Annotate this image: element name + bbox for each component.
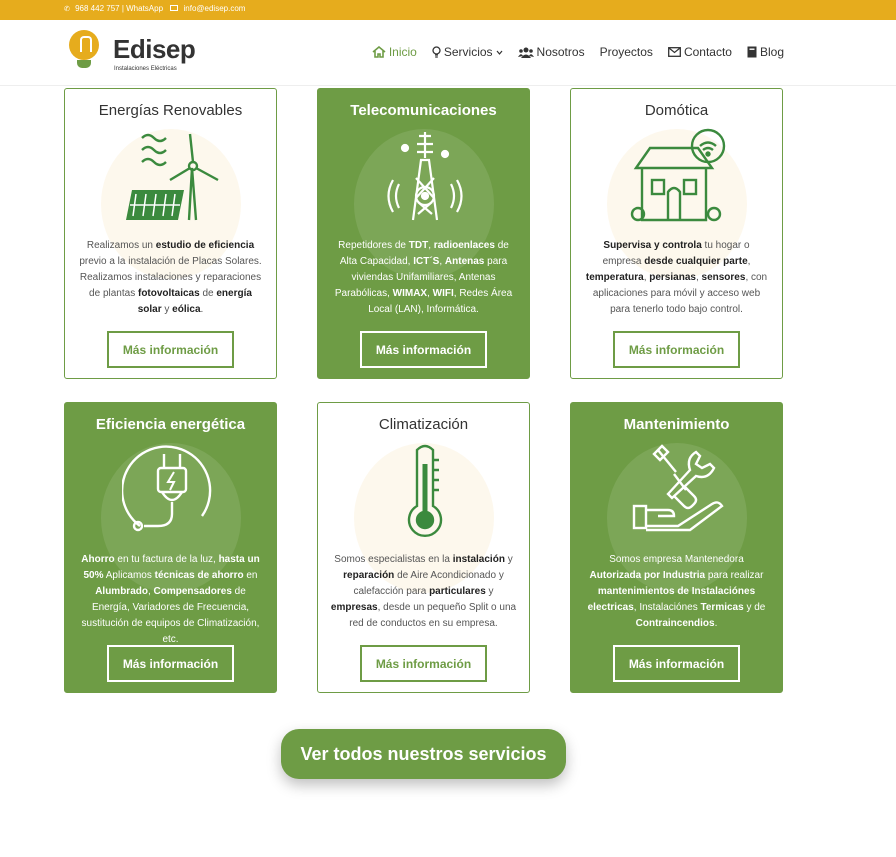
highlight-text: fotovoltaicas bbox=[137, 288, 200, 299]
view-all-services-button[interactable]: Ver todos nuestros servicios bbox=[281, 729, 566, 779]
card-description: Somos empresa Mantenedora Autorizada por… bbox=[587, 554, 766, 629]
highlight-text: WIFI bbox=[432, 288, 454, 299]
maintenance-tools-icon bbox=[632, 444, 724, 532]
top-bar: ✆ 968 442 757 | WhatsApp info@edisep.com bbox=[0, 0, 896, 20]
email-text[interactable]: info@edisep.com bbox=[184, 4, 246, 13]
more-info-button[interactable]: Más información bbox=[360, 331, 487, 368]
phone-icon: ✆ bbox=[64, 5, 70, 13]
card-title: Eficiencia energética bbox=[95, 416, 246, 433]
highlight-text: sensores bbox=[701, 272, 746, 283]
highlight-text: radioenlaces bbox=[433, 240, 495, 251]
highlight-text: reparación bbox=[343, 570, 395, 581]
phone-text[interactable]: 968 442 757 | WhatsApp bbox=[75, 4, 163, 13]
users-icon bbox=[517, 47, 534, 58]
nav-label: Blog bbox=[759, 45, 784, 59]
card-title: Telecomunicaciones bbox=[350, 102, 497, 119]
highlight-text: Alumbrado bbox=[95, 586, 148, 597]
nav-item-nosotros[interactable]: Nosotros bbox=[517, 45, 585, 59]
highlight-text: Compensadores bbox=[153, 586, 232, 597]
envelope-icon bbox=[667, 47, 681, 57]
nav-label: Inicio bbox=[388, 45, 417, 59]
logo-name: Edisep bbox=[113, 34, 196, 64]
logo-bulb-icon bbox=[69, 30, 99, 60]
highlight-text: particulares bbox=[429, 586, 486, 597]
card-title: Domótica bbox=[644, 102, 709, 119]
more-info-button[interactable]: Más información bbox=[613, 645, 740, 682]
nav-label: Proyectos bbox=[599, 45, 653, 59]
service-card-telecom: Telecomunicaciones Repetidores de TDT, r… bbox=[317, 88, 530, 379]
site-header: Edisep Instalaciones Eléctricas Inicio S… bbox=[0, 20, 896, 86]
nav-item-servicios[interactable]: Servicios bbox=[432, 45, 503, 59]
service-card-eficiencia: Eficiencia energética Ahorro en tu factu… bbox=[64, 402, 277, 693]
more-info-button[interactable]: Más información bbox=[107, 645, 234, 682]
highlight-text: Autorizada por Industria bbox=[589, 570, 706, 581]
highlight-text: temperatura bbox=[585, 272, 644, 283]
envelope-icon bbox=[170, 4, 179, 11]
book-icon bbox=[747, 46, 757, 58]
nav-item-blog[interactable]: Blog bbox=[747, 45, 784, 59]
card-title: Energías Renovables bbox=[98, 102, 243, 119]
service-card-mantenimiento: Mantenimiento Somos empresa Mantenedora … bbox=[570, 402, 783, 693]
highlight-text: Termicas bbox=[700, 602, 744, 613]
logo-base bbox=[77, 60, 91, 68]
card-description: Repetidores de TDT, radioenlaces de Alta… bbox=[334, 240, 513, 315]
nav-label: Contacto bbox=[683, 45, 732, 59]
more-info-button[interactable]: Más información bbox=[107, 331, 234, 368]
highlight-text: Contraincendios bbox=[635, 618, 715, 629]
highlight-text: técnicas de ahorro bbox=[154, 570, 244, 581]
nav-label: Servicios bbox=[443, 45, 493, 59]
contact-info: ✆ 968 442 757 | WhatsApp info@edisep.com bbox=[64, 4, 245, 13]
card-description: Ahorro en tu factura de la luz, hasta un… bbox=[81, 554, 260, 645]
highlight-text: WIMAX bbox=[392, 288, 428, 299]
logo-tagline: Instalaciones Eléctricas bbox=[114, 66, 177, 72]
chevron-down-icon bbox=[496, 50, 503, 55]
power-plug-icon bbox=[121, 445, 211, 532]
highlight-text: TDT bbox=[408, 240, 429, 251]
services-grid: Energías Renovables Realizamos un estudi… bbox=[64, 88, 783, 693]
highlight-text: Ahorro bbox=[81, 554, 115, 565]
antenna-tower-icon bbox=[386, 132, 463, 221]
service-card-renovables: Energías Renovables Realizamos un estudi… bbox=[64, 88, 277, 379]
highlight-text: estudio de eficiencia bbox=[155, 240, 255, 251]
service-card-climatizacion: Climatización Somos especialistas en la … bbox=[317, 402, 530, 693]
card-title: Climatización bbox=[378, 416, 469, 433]
smart-home-icon bbox=[630, 128, 725, 222]
highlight-text: desde cualquier parte bbox=[644, 256, 748, 267]
highlight-text: Supervisa y controla bbox=[603, 240, 702, 251]
card-title: Mantenimiento bbox=[623, 416, 730, 433]
thermometer-icon bbox=[407, 444, 442, 538]
highlight-text: ICT´S bbox=[413, 256, 440, 267]
logo[interactable]: Edisep Instalaciones Eléctricas bbox=[67, 29, 197, 75]
home-icon bbox=[372, 46, 386, 58]
nav-item-inicio[interactable]: Inicio bbox=[372, 45, 417, 59]
service-card-domotica: Domótica Supervisa y controla tu hogar o… bbox=[570, 88, 783, 379]
nav-label: Nosotros bbox=[536, 45, 585, 59]
nav-item-proyectos[interactable]: Proyectos bbox=[600, 45, 653, 59]
more-info-button[interactable]: Más información bbox=[360, 645, 487, 682]
nav-item-contacto[interactable]: Contacto bbox=[667, 45, 732, 59]
highlight-text: empresas bbox=[330, 602, 378, 613]
highlight-text: instalación bbox=[452, 554, 505, 565]
renewable-energy-icon bbox=[125, 133, 219, 221]
highlight-text: eólica bbox=[172, 304, 201, 315]
highlight-text: persianas bbox=[649, 272, 696, 283]
card-description: Realizamos un estudio de eficiencia prev… bbox=[79, 240, 262, 315]
highlight-text: Antenas bbox=[444, 256, 485, 267]
card-description: Supervisa y controla tu hogar o empresa … bbox=[585, 240, 768, 315]
more-info-button[interactable]: Más información bbox=[613, 331, 740, 368]
lightbulb-icon bbox=[432, 46, 441, 58]
main-nav: Inicio Servicios Nosotros Proyectos Cont… bbox=[372, 45, 784, 59]
card-description: Somos especialistas en la instalación y … bbox=[330, 554, 517, 629]
